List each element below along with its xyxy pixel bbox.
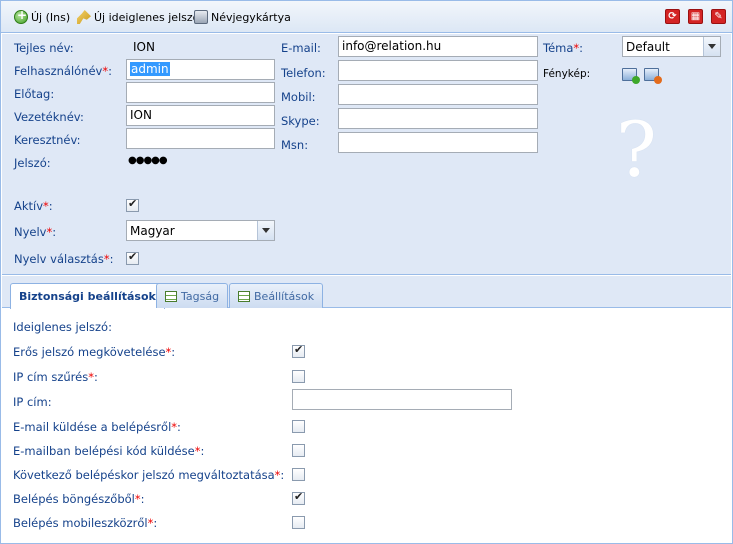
ip-address-label: IP cím: <box>13 395 52 409</box>
language-label: Nyelv*: <box>14 225 57 239</box>
phone-input[interactable] <box>338 60 538 81</box>
mobile-login-label: Belépés mobileszközről*: <box>13 516 158 530</box>
user-form: Tejles név: ION Felhasználónév*: admin E… <box>2 34 731 275</box>
photo-label: Fénykép: <box>543 68 591 80</box>
tab-membership-label: Tagság <box>181 289 220 303</box>
email-login-code-label: E-mailban belépési kód küldése*: <box>13 444 205 458</box>
new-temp-password-label: Új ideiglenes jelszó <box>94 10 200 24</box>
username-input[interactable]: admin <box>126 59 275 80</box>
msn-input[interactable] <box>338 132 538 153</box>
password-value: ●●●●● <box>128 155 168 166</box>
theme-value: Default <box>626 40 670 54</box>
prefix-label: Előtag: <box>14 87 55 101</box>
photo-add-icon[interactable] <box>622 68 640 84</box>
photo-placeholder: ? <box>616 105 657 194</box>
edit-icon[interactable]: ✎ <box>711 9 726 24</box>
photo-remove-icon[interactable] <box>644 68 662 84</box>
table-icon <box>165 290 177 302</box>
prefix-input[interactable] <box>126 82 275 103</box>
business-card-button[interactable]: Névjegykártya <box>194 8 291 26</box>
change-password-next-login-label: Következő belépéskor jelszó megváltoztat… <box>13 468 285 482</box>
key-icon <box>77 10 91 24</box>
browser-login-checkbox[interactable] <box>292 490 305 505</box>
firstname-label: Keresztnév: <box>14 133 81 147</box>
language-select-label: Nyelv választás*: <box>14 252 114 266</box>
add-icon <box>14 8 28 24</box>
mobile-label: Mobil: <box>281 90 316 104</box>
mobile-login-checkbox[interactable] <box>292 516 305 529</box>
tab-security-label: Biztonsági beállítások <box>19 290 156 303</box>
refresh-icon[interactable]: ⟳ <box>665 9 680 24</box>
full-name-value: ION <box>133 40 155 54</box>
language-select-checkbox[interactable] <box>126 250 139 265</box>
skype-input[interactable] <box>338 108 538 129</box>
chevron-down-icon[interactable] <box>703 37 720 56</box>
phone-label: Telefon: <box>281 66 326 80</box>
print-icon <box>194 10 208 24</box>
active-label: Aktív*: <box>14 199 53 213</box>
tab-settings[interactable]: Beállítások <box>229 283 324 308</box>
username-label: Felhasználónév*: <box>14 64 112 78</box>
change-password-next-login-checkbox[interactable] <box>292 468 305 481</box>
strong-password-checkbox[interactable] <box>292 343 305 358</box>
email-label: E-mail: <box>281 41 321 55</box>
user-edit-window: Új (Ins) Új ideiglenes jelszó Névjegykár… <box>0 0 733 544</box>
new-temp-password-button[interactable]: Új ideiglenes jelszó <box>77 8 199 26</box>
browser-login-label: Belépés böngészőből*: <box>13 492 145 506</box>
email-login-code-checkbox[interactable] <box>292 444 305 457</box>
email-on-login-checkbox[interactable] <box>292 420 305 433</box>
new-button[interactable]: Új (Ins) <box>14 8 70 26</box>
tab-strip: Biztonsági beállítások Tagság Beállításo… <box>2 276 731 309</box>
table-icon[interactable]: ▦ <box>688 9 703 24</box>
tab-settings-label: Beállítások <box>254 289 315 303</box>
theme-select[interactable]: Default <box>622 36 721 57</box>
ip-filter-label: IP cím szűrés*: <box>13 370 98 384</box>
ip-filter-checkbox[interactable] <box>292 370 305 383</box>
full-name-label: Tejles név: <box>14 41 74 55</box>
active-checkbox[interactable] <box>126 197 139 212</box>
email-input[interactable]: info@relation.hu <box>338 36 538 57</box>
skype-label: Skype: <box>281 114 320 128</box>
lastname-label: Vezetéknév: <box>14 110 84 124</box>
temp-password-label: Ideiglenes jelszó: <box>13 320 112 334</box>
toolbar: Új (Ins) Új ideiglenes jelszó Névjegykár… <box>1 1 732 33</box>
ip-address-input[interactable] <box>292 389 512 410</box>
theme-label: Téma*: <box>543 41 584 55</box>
chevron-down-icon[interactable] <box>257 221 274 240</box>
language-value: Magyar <box>130 224 175 238</box>
password-label: Jelszó: <box>14 156 51 170</box>
language-select[interactable]: Magyar <box>126 220 275 241</box>
new-button-label: Új (Ins) <box>31 10 71 24</box>
tab-security[interactable]: Biztonsági beállítások <box>10 283 165 309</box>
table-icon <box>238 290 250 302</box>
msn-label: Msn: <box>281 138 309 152</box>
business-card-label: Névjegykártya <box>211 10 291 24</box>
security-panel: Ideiglenes jelszó: Erős jelszó megkövete… <box>2 309 731 543</box>
firstname-input[interactable] <box>126 128 275 149</box>
mobile-input[interactable] <box>338 84 538 105</box>
lastname-input[interactable]: ION <box>126 105 275 126</box>
strong-password-label: Erős jelszó megkövetelése*: <box>13 345 176 359</box>
username-value: admin <box>130 62 170 76</box>
tab-membership[interactable]: Tagság <box>156 283 229 308</box>
email-on-login-label: E-mail küldése a belépésről*: <box>13 420 181 434</box>
